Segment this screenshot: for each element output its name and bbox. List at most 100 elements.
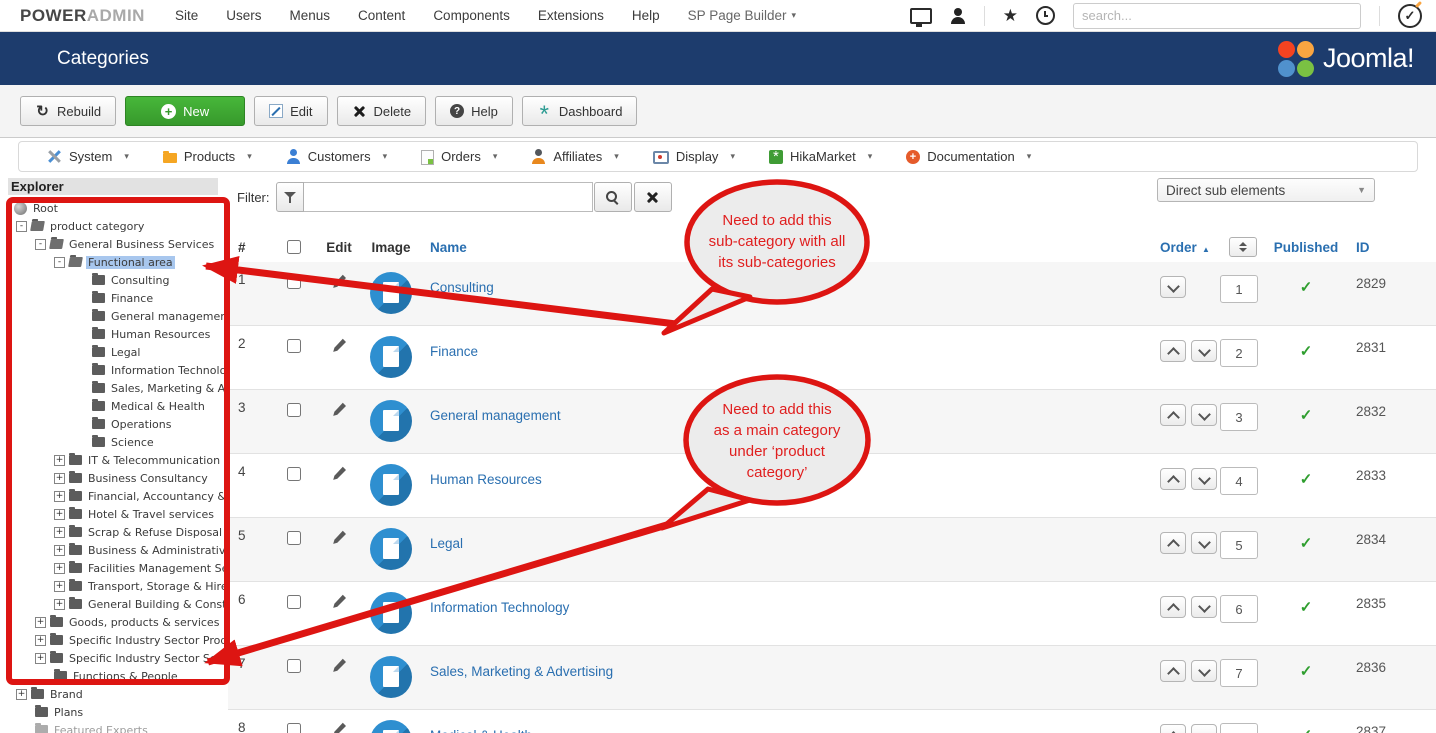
column-order-sort[interactable]: Order ▲ [1160, 240, 1210, 255]
tree-node[interactable]: General Business Services [0, 235, 228, 253]
row-checkbox[interactable] [287, 659, 301, 673]
tree-expander-icon[interactable] [35, 239, 46, 250]
tree-expander-icon[interactable] [54, 509, 65, 520]
category-image[interactable] [370, 272, 412, 314]
tree-node[interactable]: Transport, Storage & Hire ser [0, 577, 228, 595]
order-input[interactable] [1220, 275, 1258, 303]
order-up-button[interactable] [1160, 532, 1186, 554]
top-menu-item[interactable]: Extensions [538, 8, 604, 23]
row-checkbox[interactable] [287, 467, 301, 481]
check-circle-icon[interactable]: ✓ [1398, 4, 1422, 28]
top-menu-item[interactable]: Help [632, 8, 660, 23]
published-check-icon[interactable]: ✓ [1300, 470, 1313, 488]
category-name-link[interactable]: Consulting [420, 280, 494, 295]
user-icon[interactable] [950, 8, 966, 24]
order-input[interactable] [1220, 595, 1258, 623]
toolbar-button[interactable]: Help [435, 96, 513, 126]
order-down-button[interactable] [1191, 532, 1217, 554]
tree-node[interactable]: Specific Industry Sector Services [0, 649, 228, 667]
row-checkbox[interactable] [287, 531, 301, 545]
hikashop-menu-item[interactable]: Display ▾ [653, 149, 735, 164]
order-input[interactable] [1220, 339, 1258, 367]
tree-node[interactable]: Hotel & Travel services [0, 505, 228, 523]
category-image[interactable] [370, 336, 412, 378]
category-image[interactable] [370, 720, 412, 733]
row-checkbox[interactable] [287, 403, 301, 417]
category-image[interactable] [370, 528, 412, 570]
tree-node[interactable]: Business Consultancy [0, 469, 228, 487]
order-input[interactable] [1220, 531, 1258, 559]
order-input[interactable] [1220, 467, 1258, 495]
category-image[interactable] [370, 464, 412, 506]
tree-node[interactable]: Scrap & Refuse Disposal servi [0, 523, 228, 541]
top-menu-item[interactable]: Site [175, 8, 198, 23]
order-up-button[interactable] [1160, 596, 1186, 618]
category-name-link[interactable]: Human Resources [420, 472, 542, 487]
tree-expander-icon[interactable] [54, 473, 65, 484]
published-check-icon[interactable]: ✓ [1300, 662, 1313, 680]
tree-expander-icon[interactable] [54, 491, 65, 502]
column-published-sort[interactable]: Published [1274, 240, 1339, 255]
order-input[interactable] [1220, 403, 1258, 431]
column-name-sort[interactable]: Name [420, 240, 467, 255]
tree-node[interactable]: Operations [0, 415, 228, 433]
tree-expander-icon[interactable] [35, 653, 46, 664]
tree-node[interactable]: Goods, products & services [0, 613, 228, 631]
tree-node[interactable]: Sales, Marketing & Adver [0, 379, 228, 397]
tree-node[interactable]: Consulting [0, 271, 228, 289]
order-down-button[interactable] [1191, 596, 1217, 618]
tree-node[interactable]: General management [0, 307, 228, 325]
category-image[interactable] [370, 592, 412, 634]
tree-expander-icon[interactable] [54, 527, 65, 538]
edit-pencil-icon[interactable] [331, 594, 347, 615]
edit-pencil-icon[interactable] [331, 402, 347, 423]
tree-node[interactable]: Functions & People [0, 667, 228, 685]
tree-expander-icon[interactable] [54, 563, 65, 574]
published-check-icon[interactable]: ✓ [1300, 406, 1313, 424]
published-check-icon[interactable]: ✓ [1300, 342, 1313, 360]
order-input[interactable] [1220, 723, 1258, 733]
search-input[interactable] [1073, 3, 1361, 29]
category-image[interactable] [370, 656, 412, 698]
top-menu-item[interactable]: Content [358, 8, 405, 23]
edit-pencil-icon[interactable] [331, 658, 347, 679]
edit-pencil-icon[interactable] [331, 274, 347, 295]
category-name-link[interactable]: Information Technology [420, 600, 569, 615]
tree-expander-icon[interactable] [35, 617, 46, 628]
toolbar-button[interactable]: Rebuild [20, 96, 116, 126]
top-menu-item[interactable]: Components [433, 8, 510, 23]
row-checkbox[interactable] [287, 723, 301, 733]
history-clock-icon[interactable] [1036, 6, 1055, 25]
tree-node[interactable]: Business & Administrative Se [0, 541, 228, 559]
hikashop-menu-item[interactable]: Products ▾ [163, 149, 252, 164]
tree-node[interactable]: Specific Industry Sector Products [0, 631, 228, 649]
sp-page-builder-menu[interactable]: SP Page Builder ▾ [688, 8, 796, 23]
order-down-button[interactable] [1191, 468, 1217, 490]
hikashop-menu-item[interactable]: HikaMarket ▾ [769, 149, 872, 164]
tree-node[interactable]: product category [0, 217, 228, 235]
toolbar-button[interactable]: New [125, 96, 245, 126]
edit-pencil-icon[interactable] [331, 722, 347, 733]
tree-node[interactable]: IT & Telecommunication relat [0, 451, 228, 469]
star-icon[interactable]: ★ [1003, 7, 1018, 24]
tree-node[interactable]: Functional area [0, 253, 228, 271]
filter-clear-button[interactable] [634, 182, 672, 212]
tree-expander-icon[interactable] [54, 455, 65, 466]
category-name-link[interactable]: General management [420, 408, 561, 423]
hikashop-menu-item[interactable]: Affiliates ▾ [531, 149, 618, 164]
category-name-link[interactable]: Sales, Marketing & Advertising [420, 664, 613, 679]
tree-node[interactable]: Root [0, 199, 228, 217]
published-check-icon[interactable]: ✓ [1300, 278, 1313, 296]
category-name-link[interactable]: Legal [420, 536, 463, 551]
top-menu-item[interactable]: Menus [289, 8, 330, 23]
tree-node[interactable]: Information Technology [0, 361, 228, 379]
order-down-button[interactable] [1160, 276, 1186, 298]
order-up-button[interactable] [1160, 724, 1186, 733]
tree-expander-icon[interactable] [16, 221, 27, 232]
hikashop-menu-item[interactable]: Documentation ▾ [906, 149, 1031, 164]
tree-expander-icon[interactable] [35, 635, 46, 646]
tree-expander-icon[interactable] [54, 545, 65, 556]
order-up-button[interactable] [1160, 660, 1186, 682]
select-all-checkbox[interactable] [287, 240, 301, 254]
filter-search-button[interactable] [594, 182, 632, 212]
